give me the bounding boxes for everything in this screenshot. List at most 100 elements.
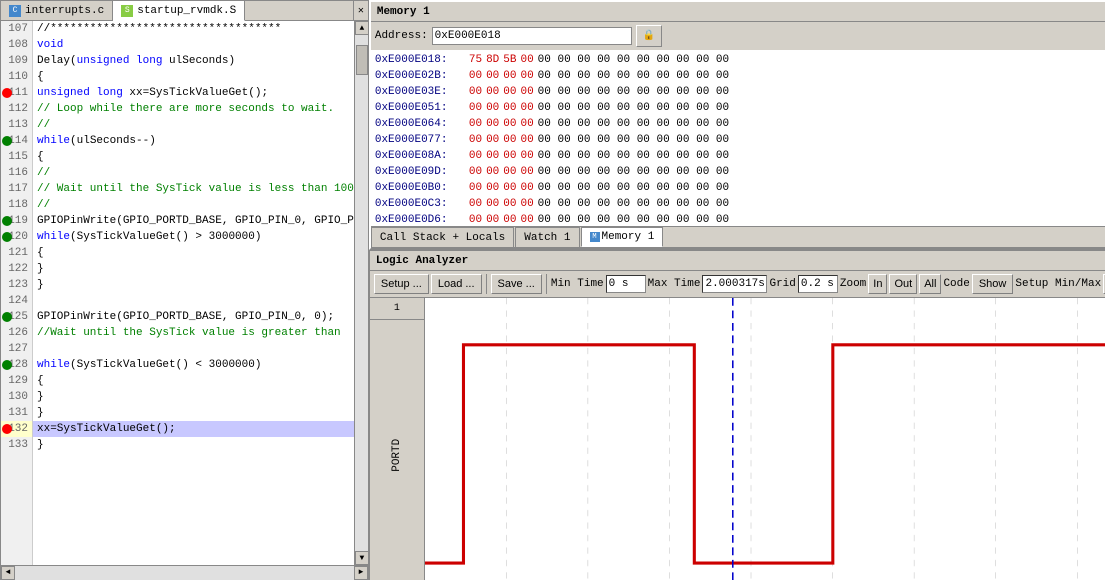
line-number: 124 — [1, 293, 32, 309]
code-line: GPIOPinWrite(GPIO_PORTD_BASE, GPIO_PIN_0… — [33, 213, 354, 229]
line-number: 130 — [1, 389, 32, 405]
line-number: 131 — [1, 405, 32, 421]
mem-byte-first: 00 — [469, 180, 482, 196]
mem-byte-fourth: 00 — [520, 68, 533, 84]
code-line: // — [33, 117, 354, 133]
mem-bytes-rest: 00 00 00 00 00 00 00 00 00 00 — [538, 84, 729, 100]
mem-byte-third: 00 — [503, 84, 516, 100]
line-number: 107 — [1, 21, 32, 37]
scroll-up-btn[interactable]: ▲ — [355, 21, 368, 35]
mem-bytes-rest: 00 00 00 00 00 00 00 00 00 00 — [538, 164, 729, 180]
line-number: 119 — [1, 213, 32, 229]
vertical-scrollbar[interactable]: ▲ ▼ — [354, 21, 368, 565]
mem-byte-first: 00 — [469, 116, 482, 132]
mem-bytes-rest: 00 00 00 00 00 00 00 00 00 00 — [538, 116, 729, 132]
min-time-input[interactable] — [606, 275, 646, 293]
scroll-left-btn[interactable]: ◄ — [1, 566, 15, 580]
scroll-down-btn[interactable]: ▼ — [355, 551, 368, 565]
mem-addr: 0xE000E0B0: — [375, 180, 465, 196]
memory-row: 0xE000E0D6: 00 00 00 00 00 00 00 00 00 0… — [375, 212, 1105, 226]
la-title-bar: Logic Analyzer ↗ ✕ — [370, 251, 1105, 271]
bottom-tab[interactable]: MMemory 1 — [581, 227, 664, 247]
mem-byte-second: 00 — [486, 100, 499, 116]
horizontal-scrollbar: ◄ ► — [1, 565, 368, 579]
right-panel: Memory 1 ↗ ✕ Address: 🔒 0xE000E018: 75 8… — [369, 0, 1105, 580]
line-number: 121 — [1, 245, 32, 261]
line-number: 133 — [1, 437, 32, 453]
code-line: while(ulSeconds--) — [33, 133, 354, 149]
grid-input[interactable] — [798, 275, 838, 293]
code-show-btn[interactable]: Show — [972, 274, 1014, 294]
load-btn[interactable]: Load ... — [431, 274, 482, 294]
line-numbers: 1071081091101111121131141151161171181191… — [1, 21, 33, 565]
mem-bytes-rest: 00 00 00 00 00 00 00 00 00 00 — [538, 212, 729, 226]
mem-byte-fourth: 00 — [520, 196, 533, 212]
mem-addr: 0xE000E03E: — [375, 84, 465, 100]
scroll-thumb[interactable] — [356, 45, 368, 75]
mem-addr: 0xE000E0C3: — [375, 196, 465, 212]
memory-row: 0xE000E03E: 00 00 00 00 00 00 00 00 00 0… — [375, 84, 1105, 100]
mem-byte-fourth: 00 — [520, 180, 533, 196]
mem-addr: 0xE000E064: — [375, 116, 465, 132]
memory-row: 0xE000E064: 00 00 00 00 00 00 00 00 00 0… — [375, 116, 1105, 132]
bottom-tab[interactable]: Watch 1 — [515, 227, 579, 247]
memory-row: 0xE000E018: 75 8D 5B 00 00 00 00 00 00 0… — [375, 52, 1105, 68]
mem-byte-third: 00 — [503, 164, 516, 180]
mem-byte-first: 00 — [469, 100, 482, 116]
mem-byte-third: 00 — [503, 212, 516, 226]
line-number: 126 — [1, 325, 32, 341]
line-number: 114 — [1, 133, 32, 149]
scroll-track — [355, 35, 368, 551]
line-number: 116 — [1, 165, 32, 181]
tab-interrupts[interactable]: C interrupts.c — [1, 1, 113, 20]
code-line — [33, 341, 354, 357]
c-file-icon: C — [9, 5, 21, 17]
mem-byte-first: 75 — [469, 52, 482, 68]
mem-addr: 0xE000E09D: — [375, 164, 465, 180]
la-chart-svg — [425, 298, 1105, 580]
scroll-right-btn[interactable]: ► — [354, 566, 368, 580]
code-line: xx=SysTickValueGet(); — [33, 421, 354, 437]
memory-tab-strip: Call Stack + LocalsWatch 1MMemory 1 — [371, 226, 1105, 248]
logic-analyzer: Logic Analyzer ↗ ✕ Setup ... Load ... Sa… — [369, 250, 1105, 580]
la-content: 1 PORTD 0 — [370, 298, 1105, 580]
mem-byte-fourth: 00 — [520, 116, 533, 132]
line-number: 132 — [1, 421, 32, 437]
memory-row: 0xE000E077: 00 00 00 00 00 00 00 00 00 0… — [375, 132, 1105, 148]
line-number: 108 — [1, 37, 32, 53]
mem-byte-second: 00 — [486, 68, 499, 84]
lock-btn[interactable]: 🔒 — [636, 25, 662, 47]
zoom-all-btn[interactable]: All — [919, 274, 941, 294]
zoom-out-btn[interactable]: Out — [889, 274, 917, 294]
close-tabs-area: ✕ — [353, 1, 368, 20]
mem-byte-third: 5B — [503, 52, 516, 68]
code-panel: C interrupts.c S startup_rvmdk.S ✕ 10710… — [0, 0, 369, 580]
max-time-label: Max Time — [648, 278, 701, 290]
max-time-input[interactable] — [702, 275, 767, 293]
mem-bytes-rest: 00 00 00 00 00 00 00 00 00 00 — [538, 100, 729, 116]
code-line: // Loop while there are more seconds to … — [33, 101, 354, 117]
mem-byte-third: 00 — [503, 196, 516, 212]
line-number: 128 — [1, 357, 32, 373]
mem-byte-fourth: 00 — [520, 84, 533, 100]
setup-btn[interactable]: Setup ... — [374, 274, 429, 294]
code-line: } — [33, 261, 354, 277]
la-signal-portd: PORTD — [370, 320, 424, 580]
mem-byte-second: 00 — [486, 116, 499, 132]
code-line: { — [33, 373, 354, 389]
mem-byte-third: 00 — [503, 148, 516, 164]
mem-byte-fourth: 00 — [520, 100, 533, 116]
line-number: 111 — [1, 85, 32, 101]
code-line: { — [33, 245, 354, 261]
close-icon[interactable]: ✕ — [358, 5, 364, 17]
code-line: } — [33, 389, 354, 405]
tab-startup[interactable]: S startup_rvmdk.S — [113, 1, 245, 21]
mem-byte-third: 00 — [503, 132, 516, 148]
line-number: 118 — [1, 197, 32, 213]
address-input[interactable] — [432, 27, 632, 45]
line-number: 112 — [1, 101, 32, 117]
save-btn[interactable]: Save ... — [491, 274, 542, 294]
bottom-tab[interactable]: Call Stack + Locals — [371, 227, 514, 247]
zoom-in-btn[interactable]: In — [868, 274, 887, 294]
code-line: { — [33, 149, 354, 165]
